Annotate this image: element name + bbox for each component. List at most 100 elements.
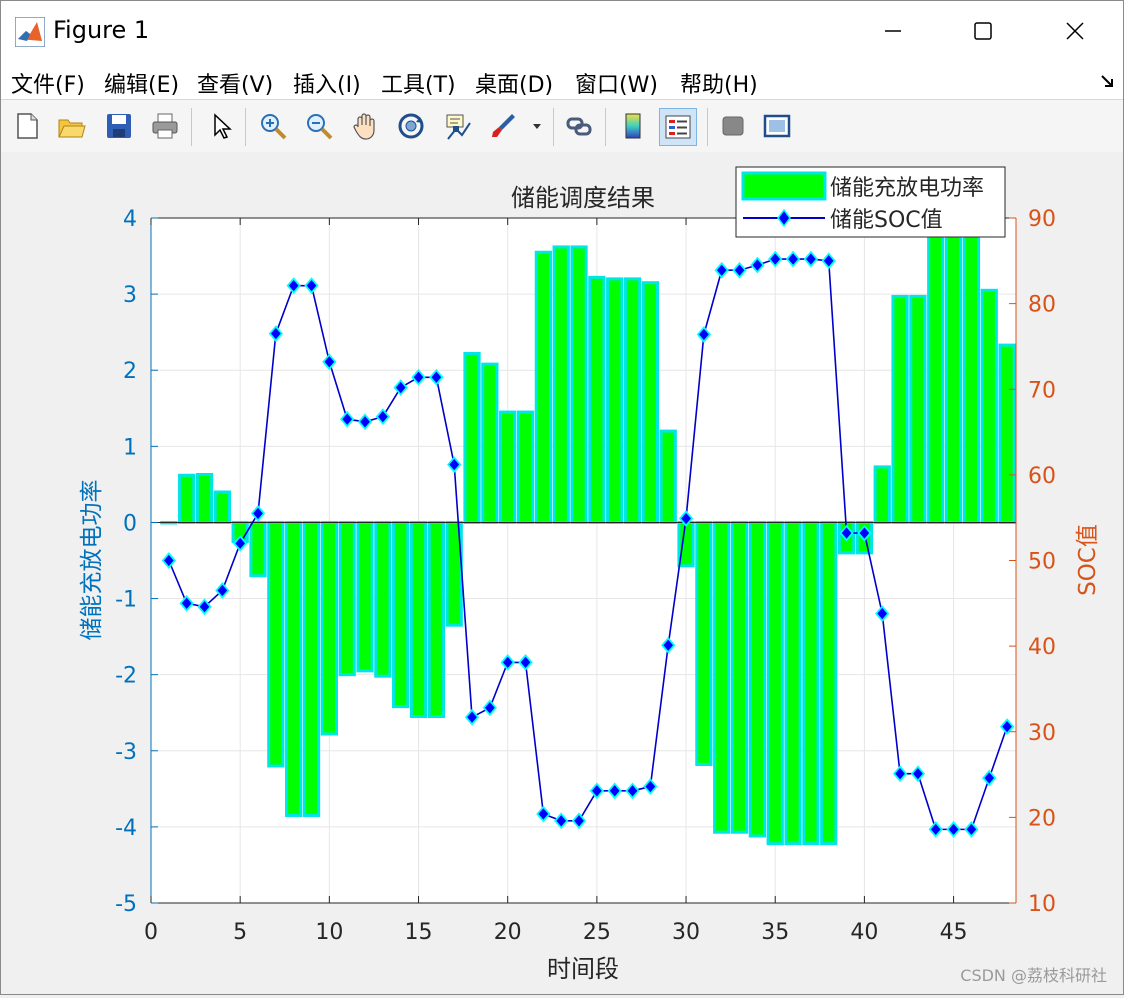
rotate-3d-icon [398, 113, 424, 139]
power-bar [891, 294, 909, 524]
power-bar [659, 429, 677, 524]
left-y-tick-label: 4 [123, 207, 137, 232]
power-bar [320, 520, 338, 736]
figure-toolbar [1, 99, 1123, 153]
power-bar [195, 472, 214, 524]
left-y-tick-label: -5 [115, 892, 137, 917]
chart-title: 储能调度结果 [511, 184, 655, 212]
zoom-in-icon [261, 114, 287, 140]
chevron-down-icon [533, 124, 541, 129]
right-y-tick-label: 40 [1028, 635, 1056, 660]
menu-insert[interactable]: 插入(I) [293, 67, 361, 99]
title-bar: Figure 1 [1, 1, 1123, 61]
power-bar [427, 520, 445, 719]
power-bar [534, 250, 553, 524]
show-plot-tools-button[interactable] [759, 108, 795, 144]
menu-edit[interactable]: 编辑(E) [104, 67, 179, 99]
brush-dropdown-button[interactable] [527, 108, 547, 144]
power-bar [374, 520, 392, 678]
select-pointer-button[interactable] [203, 108, 239, 144]
left-y-tick-label: 0 [123, 511, 137, 536]
save-button[interactable] [101, 108, 137, 144]
menu-file[interactable]: 文件(F) [11, 67, 85, 99]
legend-button[interactable] [659, 108, 697, 146]
power-bar [802, 520, 820, 846]
dock-arrow-icon[interactable] [1099, 73, 1115, 89]
x-tick-label: 5 [233, 920, 247, 945]
power-bar [730, 520, 749, 834]
power-bar [338, 520, 356, 677]
brush-icon [492, 114, 515, 137]
left-y-tick-label: -1 [115, 588, 137, 613]
power-bar [213, 490, 231, 524]
pan-button[interactable] [347, 108, 383, 144]
zoom-out-button[interactable] [301, 108, 337, 144]
power-bar [552, 245, 570, 524]
figure-window: Figure 1 文件(F) 编辑(E) 查看(V) 插入(I) 工具(T) 桌… [0, 0, 1124, 995]
power-bar [873, 465, 891, 524]
menu-window[interactable]: 窗口(W) [575, 67, 658, 99]
brush-button[interactable] [485, 108, 521, 144]
x-tick-label: 0 [144, 920, 158, 945]
left-y-tick-label: 3 [123, 283, 137, 308]
maximize-icon [974, 22, 992, 40]
power-bar [481, 362, 499, 524]
legend[interactable]: 储能充放电功率 储能SOC值 [735, 166, 1006, 238]
right-y-tick-label: 30 [1028, 721, 1056, 746]
right-y-tick-label: 90 [1028, 207, 1056, 232]
legend-icon [665, 115, 691, 139]
power-bar [713, 520, 731, 834]
power-bar [302, 520, 321, 817]
open-file-button[interactable] [53, 108, 89, 144]
show-plot-tools-icon [763, 114, 791, 138]
new-figure-icon [17, 113, 38, 139]
colorbar-button[interactable] [615, 108, 651, 144]
legend-swatch-power [741, 171, 827, 201]
power-bar [499, 410, 517, 524]
x-tick-label: 10 [315, 920, 343, 945]
power-bar [356, 520, 374, 673]
print-icon [152, 113, 178, 139]
power-bar [249, 520, 267, 578]
x-tick-label: 30 [672, 920, 700, 945]
pan-hand-icon [353, 113, 375, 140]
x-tick-label: 40 [850, 920, 878, 945]
power-bar [606, 277, 624, 524]
save-icon [107, 114, 131, 138]
hide-plot-tools-button[interactable] [715, 108, 751, 144]
power-bar [944, 216, 963, 524]
zoom-in-button[interactable] [255, 108, 291, 144]
menu-help[interactable]: 帮助(H) [680, 67, 758, 99]
x-tick-label: 25 [583, 920, 611, 945]
new-figure-button[interactable] [9, 108, 45, 144]
power-bar [267, 520, 285, 768]
legend-label-power: 储能充放电功率 [830, 176, 984, 201]
zoom-out-icon [307, 114, 333, 140]
power-bar [962, 216, 981, 524]
link-plot-button[interactable] [561, 108, 597, 144]
minimize-button[interactable] [863, 11, 923, 51]
x-tick-label: 45 [940, 920, 968, 945]
close-button[interactable] [1045, 11, 1105, 51]
menu-view[interactable]: 查看(V) [197, 67, 273, 99]
right-y-tick-label: 20 [1028, 806, 1056, 831]
power-bar [820, 520, 838, 846]
power-bar [927, 216, 945, 524]
maximize-button[interactable] [953, 11, 1013, 51]
right-y-tick-label: 60 [1028, 464, 1056, 489]
menu-desktop[interactable]: 桌面(D) [475, 67, 553, 99]
rotate-3d-button[interactable] [393, 108, 429, 144]
power-bar [766, 520, 784, 846]
left-y-tick-label: -3 [115, 740, 137, 765]
menu-tools[interactable]: 工具(T) [381, 67, 456, 99]
right-y-tick-label: 80 [1028, 293, 1056, 318]
power-bar [909, 294, 927, 524]
power-bar [748, 520, 767, 838]
left-y-axis-label: 储能充放电功率 [79, 480, 105, 641]
data-cursor-button[interactable] [439, 108, 475, 144]
power-bar [784, 520, 802, 846]
power-bar [570, 245, 588, 524]
print-button[interactable] [147, 108, 183, 144]
left-y-tick-label: -4 [115, 816, 137, 841]
power-bar [588, 275, 606, 524]
